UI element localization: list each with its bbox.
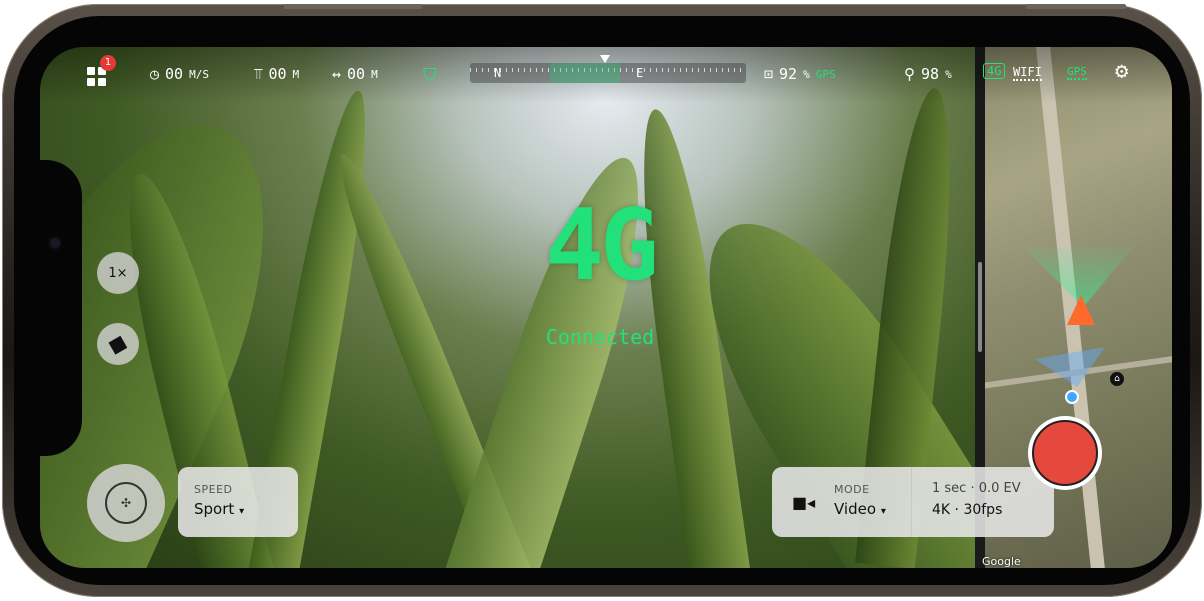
speed-label: SPEED: [194, 483, 233, 496]
drone-arrow-icon: [1067, 295, 1095, 325]
mode-label: MODE: [834, 483, 870, 496]
speed-unit: M/S: [189, 67, 209, 81]
distance-value: 00: [347, 65, 366, 83]
speed-panel[interactable]: SPEED Sport ▾: [178, 467, 298, 537]
network-gps: GPS: [1067, 65, 1087, 80]
drone-gps: GPS: [815, 67, 836, 81]
altitude-value: 00: [268, 65, 287, 83]
distance-readout: ↔ 00 M: [332, 65, 378, 83]
front-camera: [48, 236, 62, 250]
altitude-unit: M: [292, 67, 300, 81]
camera-screen: 1 ◷ 00 M/S ⫪ 00 M ↔ 00 M ⛉ N E ⊡ 92% GPS ⚲: [40, 47, 1172, 568]
shield-icon[interactable]: ⛉: [423, 65, 437, 86]
compass-east: E: [636, 66, 644, 80]
speed-mode-value: Sport: [194, 500, 235, 518]
notification-badge: 1: [100, 55, 116, 71]
map-attribution: Google: [982, 555, 1021, 568]
mode-value: Video: [834, 500, 877, 518]
network-status-bar: 4G WIFI GPS ⚙: [975, 47, 1172, 103]
compass-heading-highlight: [550, 63, 620, 83]
record-button[interactable]: [1028, 416, 1102, 490]
controller-icon: ⚲: [904, 65, 915, 83]
chevron-down-icon: ▾: [239, 506, 245, 517]
status-title: 4G: [544, 189, 659, 303]
zoom-button[interactable]: 1×: [97, 252, 139, 294]
camera-settings[interactable]: 1 sec · 0.0 EV 4K · 30fps: [932, 481, 1021, 518]
power-button: [1026, 4, 1126, 9]
status-subtitle: Connected: [545, 325, 655, 349]
pilot-location-icon: [1065, 390, 1079, 404]
gear-icon[interactable]: ⚙: [1115, 59, 1128, 84]
telemetry-bar: 1 ◷ 00 M/S ⫪ 00 M ↔ 00 M ⛉ N E ⊡ 92% GPS ⚲: [40, 47, 975, 103]
panel-divider: [911, 467, 912, 537]
joystick-button[interactable]: ✣: [87, 464, 165, 542]
mode-panel[interactable]: ■◂ MODE Video ▾ 1 sec · 0.0 EV 4K · 30fp…: [772, 467, 1054, 537]
drone-battery-icon: ⊡: [764, 65, 774, 83]
speed-value: 00: [165, 65, 184, 83]
resolution-value: 4K · 30fps: [932, 502, 1003, 518]
speedometer-icon: ◷: [150, 65, 160, 83]
network-4g-badge: 4G: [983, 63, 1006, 79]
chevron-down-icon: ▾: [880, 506, 886, 517]
speed-readout: ◷ 00 M/S: [150, 65, 209, 83]
compass-north: N: [494, 66, 502, 80]
exposure-value: 1 sec · 0.0 EV: [932, 481, 1021, 496]
controller-battery-value: 98: [921, 65, 940, 83]
record-button-inner: [1032, 420, 1098, 486]
connection-status: 4G Connected: [500, 197, 700, 349]
distance-unit: M: [371, 67, 378, 81]
wifi-status: WIFI: [1013, 65, 1042, 81]
controller-battery: ⚲ 98%: [904, 65, 952, 83]
altitude-readout: ⫪ 00 M: [254, 65, 299, 83]
controller-battery-unit: %: [945, 67, 952, 81]
map-resize-handle[interactable]: [978, 262, 982, 352]
camera-switch-icon[interactable]: ■: [97, 323, 139, 365]
network-wifi: WIFI: [1013, 65, 1042, 81]
home-icon: ⌂: [1110, 372, 1124, 386]
camera-switch-glyph: ■: [105, 330, 131, 358]
distance-icon: ↔: [332, 65, 342, 83]
altitude-icon: ⫪: [254, 65, 263, 83]
compass-bar: N E: [470, 55, 746, 83]
drone-battery-unit: %: [803, 67, 810, 81]
joystick-icon: ✣: [105, 482, 147, 524]
gps-status: GPS: [1067, 65, 1087, 80]
video-camera-icon: ■◂: [792, 493, 816, 512]
drone-battery: ⊡ 92% GPS: [764, 65, 836, 83]
network-4g: 4G: [983, 63, 1006, 79]
notch: [40, 160, 82, 456]
drone-battery-value: 92: [779, 65, 798, 83]
volume-button: [284, 4, 422, 9]
compass-pointer-icon: [600, 55, 610, 63]
